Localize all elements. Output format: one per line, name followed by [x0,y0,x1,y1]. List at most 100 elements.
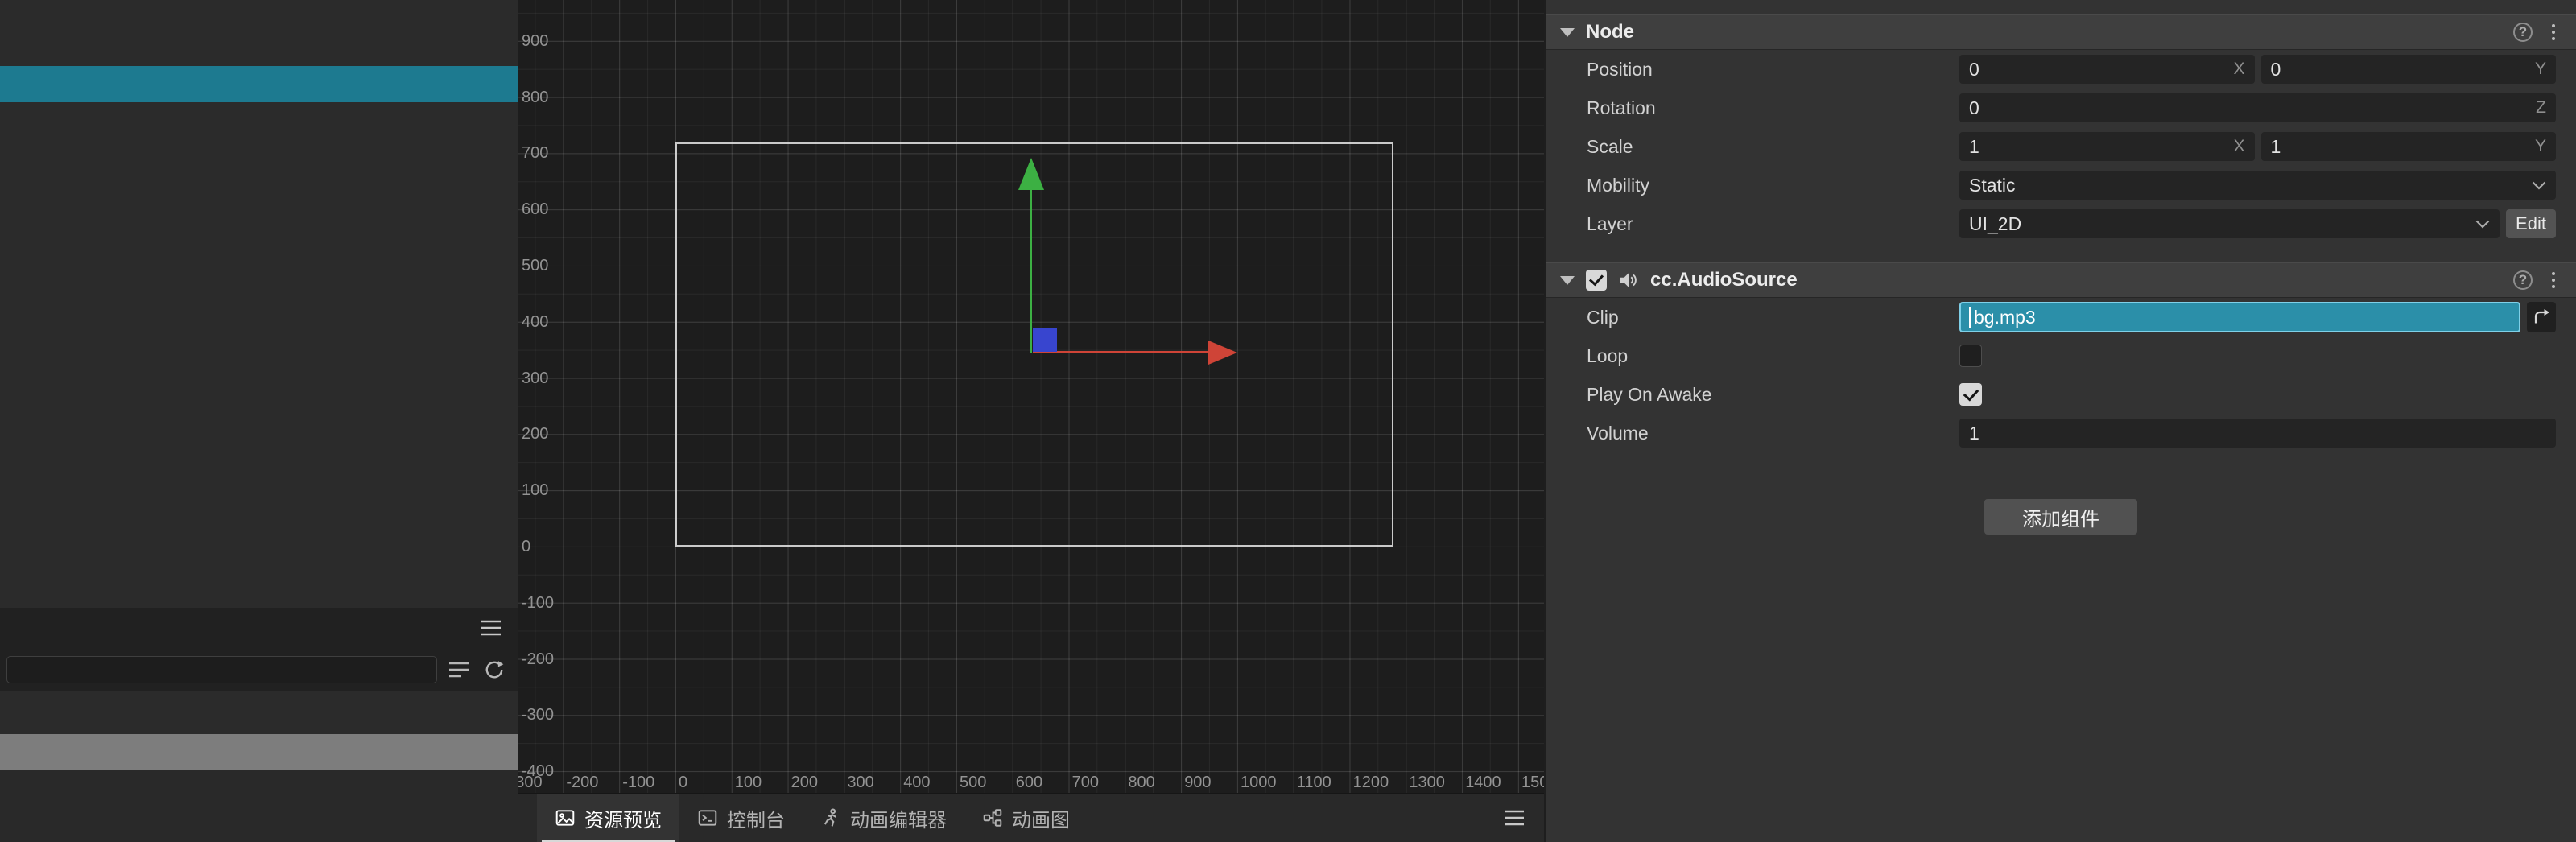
volume-value: 1 [1969,422,1979,444]
help-icon[interactable]: ? [2513,270,2533,290]
ruler-label-x: 1400 [1465,774,1501,791]
rotation-label: Rotation [1587,97,1656,118]
ruler-label-x: 0 [679,774,688,791]
clip-label: Clip [1587,306,1619,328]
kebab-menu-icon[interactable] [2550,23,2557,42]
help-icon[interactable]: ? [2513,23,2533,42]
clip-asset-field[interactable]: bg.mp3 [1959,302,2520,332]
ruler-label-x: 1300 [1409,774,1445,791]
tab-bar-menu-icon[interactable] [1484,794,1544,842]
bottom-tab-bar-tabs: 资源预览 控制台 动画编辑器 动画图 [537,794,1088,842]
y-axis-arrow-icon[interactable] [1018,158,1044,190]
kebab-menu-icon[interactable] [2550,270,2557,290]
component-enabled-checkbox[interactable] [1586,270,1607,291]
menu-icon[interactable] [477,614,505,642]
ruler-label-x: 800 [1128,774,1155,791]
add-component-button[interactable]: 添加组件 [1984,499,2137,535]
loop-row: Loop [1546,336,2576,375]
ruler-label-x: 700 [1071,774,1099,791]
tab-3[interactable]: 动画编辑器 [803,794,964,842]
tab-4[interactable]: 动画图 [964,794,1088,842]
layer-dropdown[interactable]: UI_2D [1959,209,2500,238]
position-x-input[interactable]: 0 X [1959,55,2255,84]
loop-label: Loop [1587,345,1629,366]
selected-item-highlight[interactable] [0,66,518,102]
layer-row: Layer UI_2D Edit [1546,204,2576,243]
locate-asset-button[interactable] [2527,302,2556,332]
scale-y-input[interactable]: 1 Y [2260,132,2556,161]
ruler-label-y: 800 [522,88,549,106]
scale-label: Scale [1587,135,1633,157]
tab-label: 控制台 [727,809,785,832]
node-section-header[interactable]: Node ? [1546,14,2576,50]
ruler-label-x: -200 [566,774,599,791]
chevron-down-icon [2475,220,2490,229]
tab-label: 动画编辑器 [850,809,947,832]
tab-2[interactable]: 控制台 [679,794,803,842]
ruler-label-x: -300 [518,774,543,791]
ruler-label-y: 400 [522,312,549,331]
bottom-tab-bar: 资源预览 控制台 动画编辑器 动画图 [518,793,1544,842]
ruler-label-x: -100 [622,774,655,791]
y-axis-line [1030,187,1032,353]
audiosource-section-title: cc.AudioSource [1650,269,1798,291]
loop-checkbox[interactable] [1959,345,1982,367]
tab-1[interactable]: 资源预览 [537,794,679,842]
node-section-title: Node [1586,21,1634,43]
ruler-label-y: -200 [522,650,555,668]
volume-label: Volume [1587,422,1649,444]
scale-x-input[interactable]: 1 X [1959,132,2255,161]
volume-input[interactable]: 1 [1959,419,2556,448]
mobility-label: Mobility [1587,174,1649,196]
position-y-value: 0 [2270,58,2281,80]
ruler-label-y: 200 [522,425,549,444]
x-axis-suffix: X [2233,137,2245,155]
console-icon [697,807,718,828]
audiosource-section-header[interactable]: cc.AudioSource ? [1546,262,2576,298]
image-icon [555,807,576,828]
volume-row: Volume 1 [1546,414,2576,452]
ruler-label-x: 100 [734,774,762,791]
refresh-icon[interactable] [481,656,508,683]
ruler-label-x: 200 [791,774,818,791]
ruler-label-y: 600 [522,200,549,219]
mobility-value: Static [1969,174,2016,196]
layer-edit-button[interactable]: Edit [2506,209,2556,238]
ruler-label-x: 300 [847,774,874,791]
scale-row: Scale 1 X 1 Y [1546,127,2576,166]
rotation-row: Rotation 0 Z [1546,89,2576,127]
ruler-label-x: 600 [1015,774,1043,791]
play-on-awake-checkbox[interactable] [1959,383,1982,406]
play-on-awake-label: Play On Awake [1587,383,1712,405]
filter-input[interactable] [6,656,437,683]
ruler-label-x: 400 [903,774,931,791]
left-panel-bottom [0,770,518,842]
ruler-label-x: 500 [960,774,987,791]
ruler-label-y: 300 [522,369,549,387]
ruler-label-y: -300 [522,706,555,724]
rotation-input[interactable]: 0 Z [1959,93,2556,122]
chevron-down-icon [2532,181,2546,190]
layer-value: UI_2D [1969,213,2022,234]
ruler-label-x: 1000 [1241,774,1277,791]
ruler-label-y: 900 [522,31,549,50]
position-x-value: 0 [1969,58,1979,80]
mobility-dropdown[interactable]: Static [1959,171,2556,200]
position-y-input[interactable]: 0 Y [2260,55,2556,84]
ruler-label-y: 0 [522,538,531,555]
z-axis-suffix: Z [2536,98,2546,117]
y-axis-suffix: Y [2534,137,2546,155]
mobility-row: Mobility Static [1546,166,2576,204]
ruler-label-y: 500 [522,257,549,274]
animation-graph-icon [982,807,1003,828]
gizmo-origin-handle[interactable] [1033,328,1057,352]
y-axis-suffix: Y [2534,60,2546,78]
position-label: Position [1587,58,1653,80]
ruler-label-x: 1200 [1352,774,1389,791]
x-axis-arrow-icon[interactable] [1208,341,1237,365]
list-icon[interactable] [445,656,473,683]
chevron-down-icon[interactable] [1560,275,1575,285]
scene-view[interactable]: 900 800 700 600 500 400 300 200 100 0 -100 -200 -300… [518,0,1544,793]
position-row: Position 0 X 0 Y [1546,50,2576,89]
chevron-down-icon[interactable] [1560,27,1575,37]
